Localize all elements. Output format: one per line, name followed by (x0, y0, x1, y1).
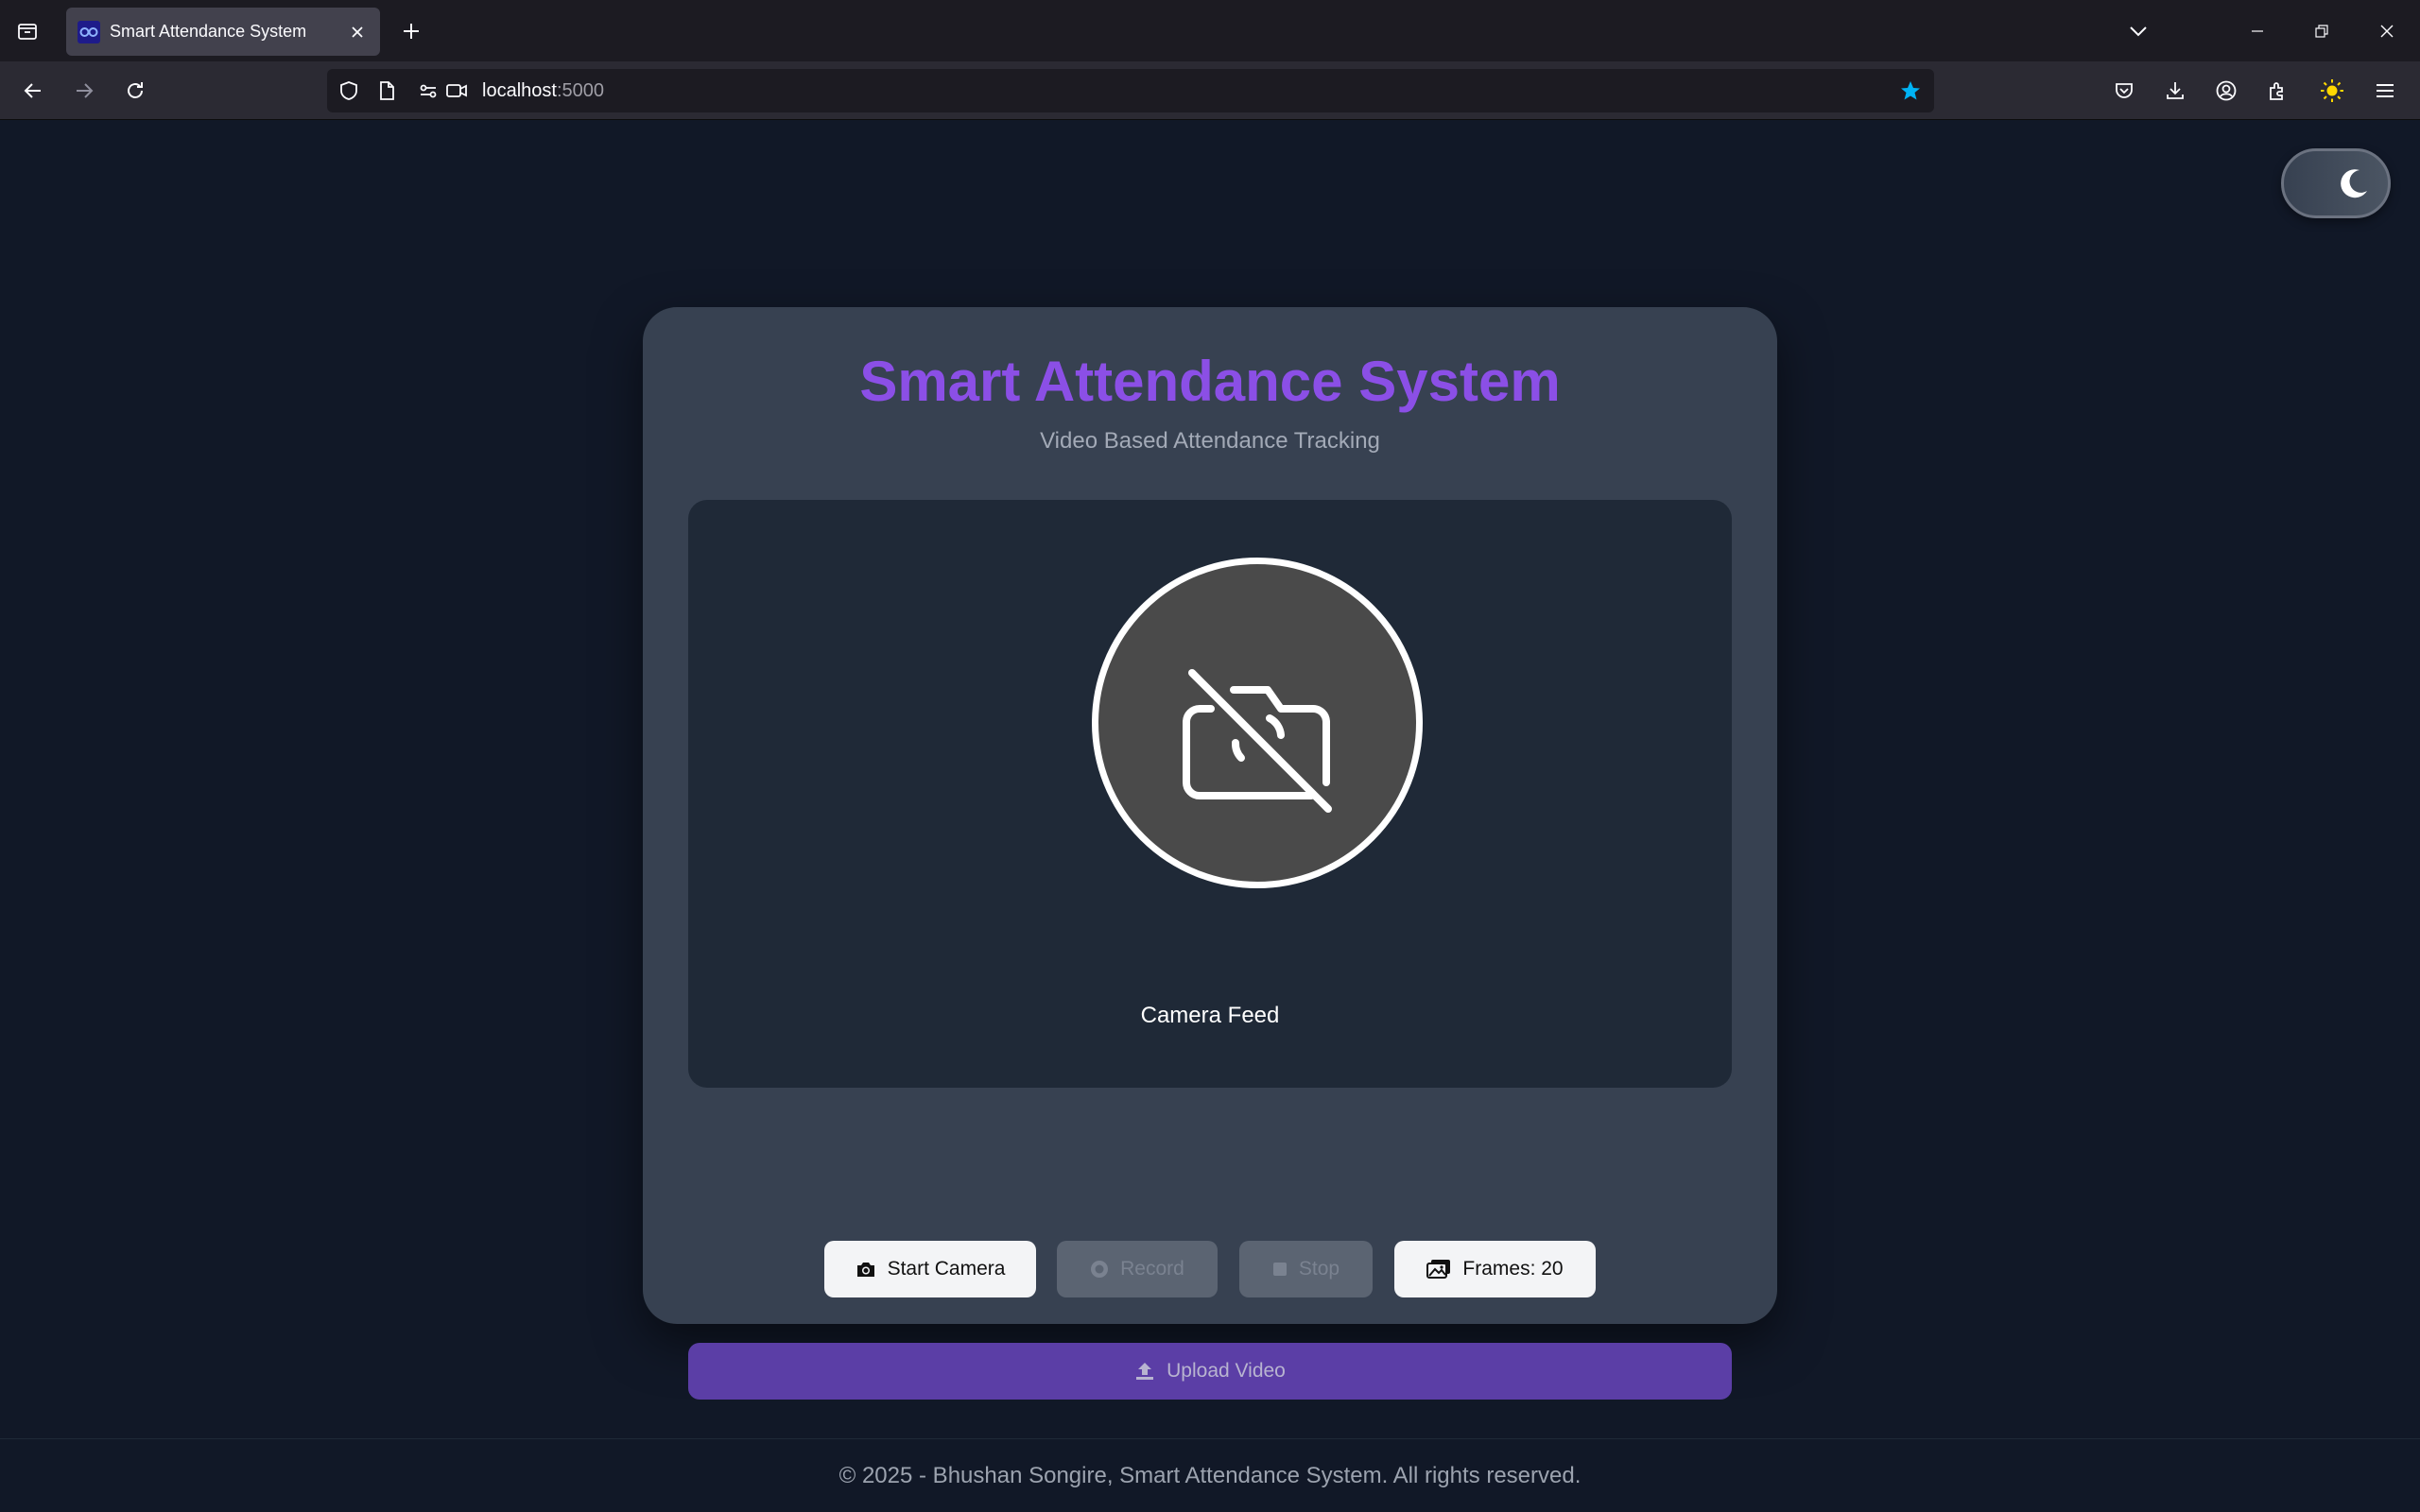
record-label: Record (1120, 1258, 1184, 1280)
page: Smart Attendance System Video Based Atte… (0, 120, 2420, 1512)
download-icon[interactable] (2157, 73, 2193, 109)
pocket-icon[interactable] (2106, 73, 2142, 109)
upload-video-button[interactable]: Upload Video (688, 1343, 1732, 1400)
extensions-icon[interactable] (2259, 73, 2295, 109)
restore-icon[interactable] (2306, 15, 2338, 47)
stop-button[interactable]: Stop (1239, 1241, 1373, 1297)
url-text[interactable]: localhost:5000 (482, 80, 604, 102)
record-button[interactable]: Record (1057, 1241, 1218, 1297)
window-close-icon[interactable] (2371, 15, 2403, 47)
upload-video-label: Upload Video (1167, 1360, 1286, 1382)
browser-tab[interactable]: Smart Attendance System (66, 8, 380, 56)
camera-icon (856, 1263, 874, 1277)
record-icon (1091, 1261, 1109, 1278)
stop-label: Stop (1298, 1258, 1340, 1280)
camera-feed-label: Camera Feed (1140, 1003, 1280, 1028)
start-camera-label: Start Camera (887, 1258, 1006, 1280)
sun-icon[interactable] (2314, 73, 2350, 109)
permissions-icon[interactable] (414, 77, 442, 105)
account-icon[interactable] (2208, 73, 2244, 109)
browser-tab-bar: Smart Attendance System (0, 0, 2420, 61)
camera-off-placeholder (1092, 558, 1423, 888)
page-subtitle: Video Based Attendance Tracking (1040, 428, 1380, 454)
images-icon (1426, 1260, 1451, 1279)
url-host: localhost (482, 80, 557, 101)
forward-icon[interactable] (66, 73, 102, 109)
frames-label: Frames: 20 (1462, 1258, 1564, 1280)
reload-icon[interactable] (117, 73, 153, 109)
page-icon[interactable] (372, 77, 401, 105)
star-icon[interactable] (1896, 77, 1925, 105)
footer-text: © 2025 - Bhushan Songire, Smart Attendan… (838, 1463, 1582, 1488)
minimize-icon[interactable] (2241, 15, 2273, 47)
footer-divider (0, 1438, 2420, 1439)
page-title: Smart Attendance System (859, 350, 1561, 413)
upload-icon (1136, 1363, 1154, 1380)
moon-icon (2341, 169, 2367, 198)
stop-icon (1272, 1263, 1287, 1276)
tab-list-icon[interactable] (11, 15, 43, 47)
url-port: :5000 (556, 80, 604, 101)
attendance-card: Smart Attendance System Video Based Atte… (643, 307, 1777, 1400)
menu-icon[interactable] (2367, 73, 2403, 109)
close-icon[interactable] (346, 21, 369, 43)
camera-off-icon (1183, 669, 1332, 813)
frames-button[interactable]: Frames: 20 (1394, 1241, 1596, 1297)
theme-toggle[interactable] (2281, 148, 2391, 218)
browser-nav-bar: localhost:5000 (0, 61, 2420, 120)
url-bar[interactable]: localhost:5000 (327, 69, 1934, 112)
favicon-icon (78, 20, 100, 43)
back-icon[interactable] (15, 73, 51, 109)
plus-icon[interactable] (395, 15, 427, 47)
camera-feed: Camera Feed (688, 500, 1732, 1088)
shield-icon[interactable] (335, 77, 363, 105)
chevron-down-icon[interactable] (2122, 15, 2154, 47)
tab-title: Smart Attendance System (110, 22, 307, 41)
camera-permission-icon[interactable] (442, 77, 471, 105)
start-camera-button[interactable]: Start Camera (824, 1241, 1036, 1297)
